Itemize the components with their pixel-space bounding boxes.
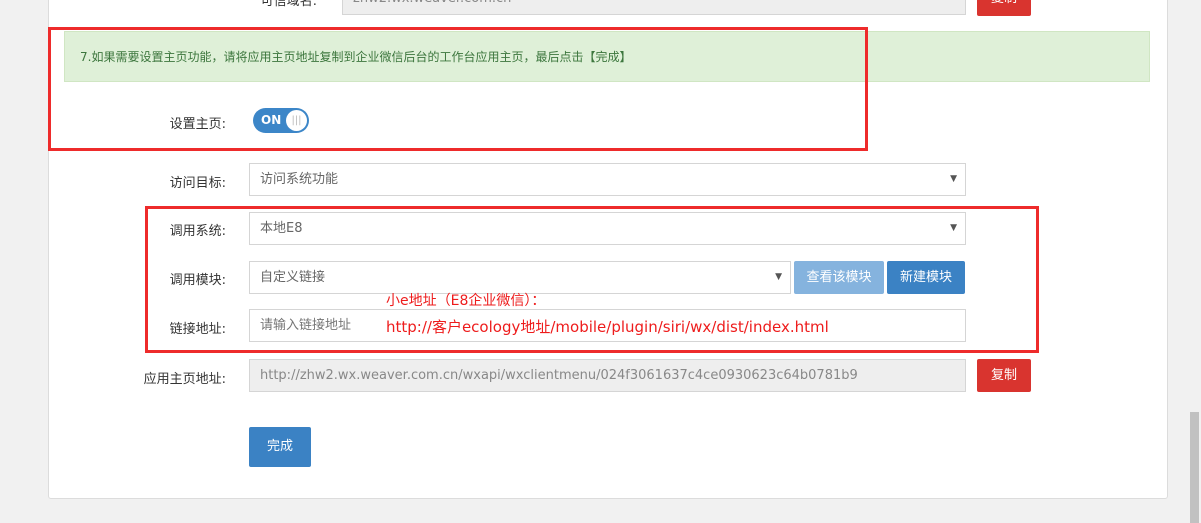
module-select-value: 自定义链接: [260, 270, 326, 285]
link-label: 链接地址:: [169, 322, 226, 337]
annotation-url: http://客户ecology地址/mobile/plugin/siri/wx…: [386, 318, 829, 336]
target-label: 访问目标:: [169, 176, 226, 191]
system-select[interactable]: 本地E8 ▼: [249, 212, 966, 245]
target-select-value: 访问系统功能: [260, 172, 339, 187]
vertical-scrollbar[interactable]: [1187, 0, 1201, 523]
step7-instruction: 7.如果需要设置主页功能，请将应用主页地址复制到企业微信后台的工作台应用主页，最…: [64, 31, 1150, 82]
chevron-down-icon: ▼: [950, 174, 957, 184]
chevron-down-icon: ▼: [950, 223, 957, 233]
copy-homepage-button[interactable]: 复制: [977, 359, 1031, 392]
finish-button[interactable]: 完成: [249, 427, 311, 467]
view-module-button[interactable]: 查看该模块: [794, 261, 884, 294]
toggle-on-text: ON: [261, 113, 282, 127]
system-label: 调用系统:: [169, 224, 226, 239]
homepage-label: 设置主页:: [169, 117, 226, 132]
trusted-domain-field: zhw2.wx.weaver.com.cn: [342, 0, 966, 15]
app-homepage-label: 应用主页地址:: [143, 372, 226, 387]
new-module-button[interactable]: 新建模块: [887, 261, 965, 294]
toggle-knob-icon: |||: [286, 110, 307, 131]
app-homepage-field: http://zhw2.wx.weaver.com.cn/wxapi/wxcli…: [249, 359, 966, 392]
trusted-domain-label: 可信域名:: [260, 0, 317, 9]
target-select[interactable]: 访问系统功能 ▼: [249, 163, 966, 196]
copy-domain-button[interactable]: 复制: [977, 0, 1031, 16]
module-label: 调用模块:: [169, 273, 226, 288]
chevron-down-icon: ▼: [775, 272, 782, 282]
homepage-toggle[interactable]: ON |||: [253, 108, 309, 133]
annotation-title: 小e地址（E8企业微信）：: [386, 293, 546, 309]
scrollbar-thumb[interactable]: [1190, 412, 1199, 523]
system-select-value: 本地E8: [260, 221, 303, 236]
